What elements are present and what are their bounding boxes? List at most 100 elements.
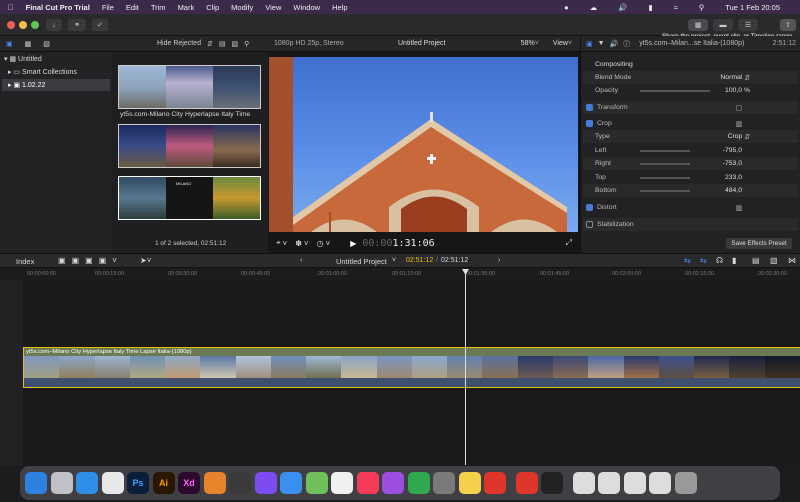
view-popup[interactable]: View: [553, 40, 568, 47]
blender-icon[interactable]: [203, 472, 226, 494]
blend-mode-popup[interactable]: Normal: [720, 74, 742, 81]
app-menu[interactable]: Final Cut Pro Trial: [26, 3, 90, 12]
crop-bottom-slider[interactable]: [640, 190, 690, 192]
menu-modify[interactable]: Modify: [231, 3, 253, 12]
preview-1-icon[interactable]: [572, 472, 595, 494]
clip-appearance-icon[interactable]: ▧: [231, 40, 238, 48]
menu-clip[interactable]: Clip: [206, 3, 219, 12]
datetime[interactable]: Tue 1 Feb 20:05: [725, 3, 780, 12]
filter-popup[interactable]: Hide Rejected: [157, 40, 201, 47]
preview-4-icon[interactable]: [649, 472, 671, 494]
zoom-window-button[interactable]: [31, 21, 39, 29]
play-icon[interactable]: ▶: [350, 239, 356, 248]
safari-icon[interactable]: [76, 472, 98, 494]
keywords-button[interactable]: ⚭: [68, 19, 86, 31]
apple-icon[interactable]: : [8, 3, 14, 12]
photos-icon[interactable]: [331, 472, 353, 494]
filmstrip-icon[interactable]: ▤: [219, 40, 226, 48]
photoshop-icon[interactable]: Ps: [127, 472, 149, 494]
chevron-down-icon[interactable]: ˅: [392, 257, 396, 264]
crop-top-value[interactable]: 233,0: [725, 174, 742, 181]
share-button[interactable]: ⇧: [780, 19, 796, 31]
photos-icon[interactable]: ▩: [25, 40, 32, 48]
battery-icon[interactable]: ▮: [648, 3, 652, 12]
titles-icon[interactable]: ▧: [43, 40, 50, 48]
messenger-icon[interactable]: [254, 472, 277, 494]
cloud-icon[interactable]: ☁: [590, 3, 598, 12]
transitions-browser-icon[interactable]: ⋈: [788, 256, 796, 265]
crop-right-slider[interactable]: [640, 163, 690, 165]
timeline-clip[interactable]: yt5s.com–Milano City Hyperlapse Italy Ti…: [23, 347, 800, 388]
menu-window[interactable]: Window: [293, 3, 320, 12]
chrome-icon[interactable]: [101, 472, 124, 494]
video-inspector-icon[interactable]: ▣: [586, 40, 593, 48]
skimming-icon[interactable]: ⇆: [700, 256, 707, 265]
music-icon[interactable]: [356, 472, 379, 494]
preview-3-icon[interactable]: [623, 472, 646, 494]
distort-row[interactable]: Distort ▥: [583, 201, 798, 214]
smart-collections-item[interactable]: ▸ ▭ Smart Collections: [8, 68, 77, 76]
event-item[interactable]: ▸ ▣ 1.02.22: [2, 79, 110, 91]
menu-view[interactable]: View: [265, 3, 281, 12]
back-arrow-icon[interactable]: ‹: [300, 257, 302, 264]
menu-help[interactable]: Help: [332, 3, 347, 12]
clip-thumbnails-1[interactable]: [118, 65, 261, 109]
illustrator-icon[interactable]: Ai: [152, 472, 175, 494]
filter-icon[interactable]: ▼: [598, 40, 605, 47]
crop-row[interactable]: Crop ▥: [583, 117, 798, 130]
crop-right-value[interactable]: -753,0: [723, 160, 742, 167]
crop-left-slider[interactable]: [640, 150, 690, 152]
menu-trim[interactable]: Trim: [151, 3, 166, 12]
crop-left-value[interactable]: -795,0: [723, 147, 742, 154]
wifi-icon[interactable]: ≈: [674, 3, 678, 12]
overwrite-clip-icon[interactable]: ▣: [99, 256, 113, 265]
inspector-layout-button[interactable]: ☰: [738, 19, 758, 31]
clip-thumbnails-2[interactable]: [118, 124, 261, 168]
crop-checkbox[interactable]: [586, 120, 593, 127]
timeline-layout-button[interactable]: ▬: [713, 19, 733, 31]
import-button[interactable]: ↓: [46, 19, 62, 31]
preview-2-icon[interactable]: [598, 472, 620, 494]
audio-skimming-icon[interactable]: ⇆: [684, 256, 691, 265]
libraries-layout-button[interactable]: ▦: [688, 19, 708, 31]
index-button[interactable]: Index: [16, 257, 34, 266]
compositing-section[interactable]: Compositing: [583, 58, 798, 71]
playhead[interactable]: [465, 270, 466, 465]
podcasts-icon[interactable]: [382, 472, 404, 494]
fullscreen-icon[interactable]: ⤢: [566, 238, 572, 248]
close-window-button[interactable]: [7, 21, 15, 29]
select-tool-icon[interactable]: ➤˅: [140, 256, 151, 265]
anydesk-1-icon[interactable]: [484, 472, 506, 494]
crop-overlay-icon[interactable]: ▥: [736, 120, 742, 128]
trash-icon[interactable]: [674, 472, 697, 494]
stabilization-row[interactable]: Stabilization: [583, 218, 798, 231]
transform-row[interactable]: Transform ▢: [583, 101, 798, 114]
minimize-window-button[interactable]: [19, 21, 27, 29]
effects-browser-icon[interactable]: ▧: [770, 256, 778, 265]
mail-icon[interactable]: [280, 472, 302, 494]
system-prefs-icon[interactable]: [433, 472, 455, 494]
background-tasks-button[interactable]: ✓: [92, 19, 108, 31]
timeline-project-name[interactable]: Untitled Project: [336, 257, 387, 266]
menu-file[interactable]: File: [102, 3, 114, 12]
stabilization-checkbox[interactable]: [586, 221, 593, 228]
anydesk-2-icon[interactable]: [515, 472, 538, 494]
enhance-icon[interactable]: ✽: [295, 239, 302, 248]
volume-icon[interactable]: 🔊: [618, 3, 627, 12]
xd-icon[interactable]: Xd: [178, 472, 200, 494]
timeline-ruler[interactable]: 00:00:00:00 00:00:15:00 00:00:30:00 00:0…: [0, 268, 800, 280]
snapping-icon[interactable]: ▮: [732, 256, 736, 265]
search-icon[interactable]: ⚲: [699, 3, 705, 12]
record-icon[interactable]: ●: [564, 3, 569, 12]
crop-bottom-value[interactable]: 484,0: [725, 187, 742, 194]
crop-tool-icon[interactable]: ⌖: [276, 238, 281, 248]
final-cut-icon[interactable]: [541, 472, 563, 494]
pen-tool-icon[interactable]: [229, 472, 251, 494]
notes-icon[interactable]: [458, 472, 481, 494]
launchpad-icon[interactable]: [50, 472, 73, 494]
libraries-icon[interactable]: ▣: [6, 40, 13, 48]
transform-checkbox[interactable]: [586, 104, 593, 111]
numbers-icon[interactable]: [407, 472, 430, 494]
headphones-icon[interactable]: ☊: [716, 256, 723, 265]
forward-arrow-icon[interactable]: ›: [498, 257, 500, 264]
